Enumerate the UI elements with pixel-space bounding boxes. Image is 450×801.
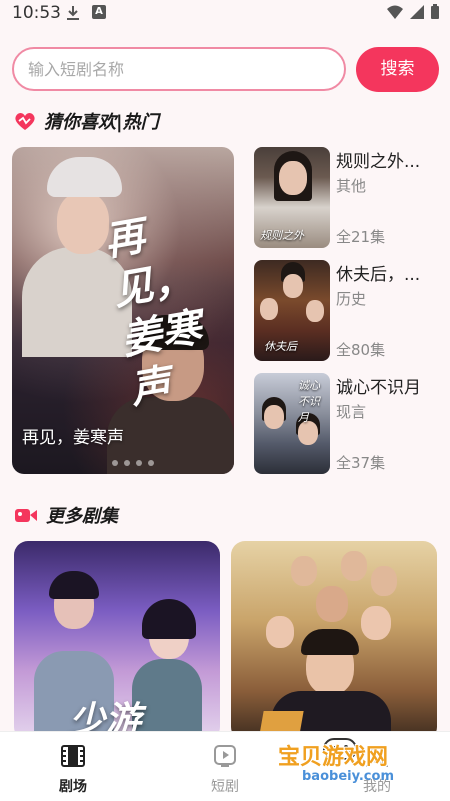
- drama-episodes: 全21集: [336, 228, 386, 246]
- section-header-guess: 猜你喜欢|热门: [14, 107, 159, 135]
- drama-list-item[interactable]: 规则之外 规则之外... 其他 全21集: [254, 147, 440, 249]
- drama-episodes: 全37集: [336, 454, 386, 472]
- app-notification-icon: A: [92, 5, 106, 19]
- battery-icon: [431, 4, 439, 19]
- poster-figure: [361, 606, 391, 640]
- drama-thumbnail: 诚心不识月: [254, 373, 330, 474]
- drama-poster-card[interactable]: [231, 541, 437, 741]
- drama-title: 规则之外...: [336, 152, 421, 172]
- featured-caption: 再见，姜寒声: [22, 428, 124, 448]
- poster-figure: [49, 571, 99, 599]
- watermark-title: 宝贝游戏网: [278, 745, 389, 770]
- watermark-logo: 宝贝游戏网 baobeiy.com: [270, 735, 430, 790]
- search-input[interactable]: [12, 47, 346, 91]
- film-icon: [61, 745, 85, 767]
- nav-item-theater[interactable]: 剧场: [33, 744, 113, 796]
- drama-title: 休夫后，...: [336, 265, 421, 285]
- drama-list-item[interactable]: 休夫后 休夫后，... 历史 全80集: [254, 260, 440, 362]
- status-right-icons: [386, 4, 440, 24]
- featured-drama-card[interactable]: 再见，姜寒声 再见，姜寒声: [12, 147, 234, 474]
- thumbnail-title: 休夫后: [264, 340, 297, 353]
- section-title: 猜你喜欢|热门: [44, 112, 159, 133]
- drama-title: 诚心不识月: [336, 378, 421, 398]
- section-header-more: 更多剧集: [14, 501, 118, 529]
- poster-figure: [301, 629, 359, 655]
- drama-thumbnail: 休夫后: [254, 260, 330, 361]
- poster-figure: [142, 599, 196, 639]
- poster-figure: [291, 556, 317, 586]
- drama-genre: 历史: [336, 290, 367, 308]
- drama-genre: 现言: [336, 403, 367, 421]
- video-camera-icon: [15, 509, 37, 522]
- poster-figure: [266, 616, 294, 648]
- status-bar: 10:53 A: [0, 0, 450, 26]
- poster-figure: [341, 551, 367, 581]
- drama-genre: 其他: [336, 177, 367, 195]
- download-icon: [67, 6, 79, 20]
- wifi-icon: [386, 5, 403, 19]
- nav-label: 短剧: [211, 779, 239, 795]
- drama-episodes: 全80集: [336, 341, 386, 359]
- drama-thumbnail: 规则之外: [254, 147, 330, 248]
- poster-figure: [371, 566, 397, 596]
- heart-wave-icon: [15, 113, 35, 130]
- poster-figure: [316, 586, 348, 622]
- drama-poster-card[interactable]: 少游: [14, 541, 220, 741]
- watermark-url: baobeiy.com: [302, 769, 394, 784]
- poster-figure: [132, 659, 202, 741]
- thumbnail-title: 诚心不识月: [298, 379, 320, 424]
- thumbnail-title: 规则之外: [260, 229, 304, 242]
- drama-list-item[interactable]: 诚心不识月 诚心不识月 现言 全37集: [254, 373, 440, 475]
- short-video-icon: [214, 745, 236, 767]
- status-time: 10:53: [12, 3, 61, 23]
- section-title: 更多剧集: [46, 506, 118, 527]
- signal-icon: [409, 5, 424, 19]
- nav-label: 剧场: [59, 779, 87, 795]
- search-button[interactable]: 搜索: [356, 47, 439, 92]
- nav-item-short-drama[interactable]: 短剧: [185, 744, 265, 796]
- carousel-dots: [112, 460, 154, 466]
